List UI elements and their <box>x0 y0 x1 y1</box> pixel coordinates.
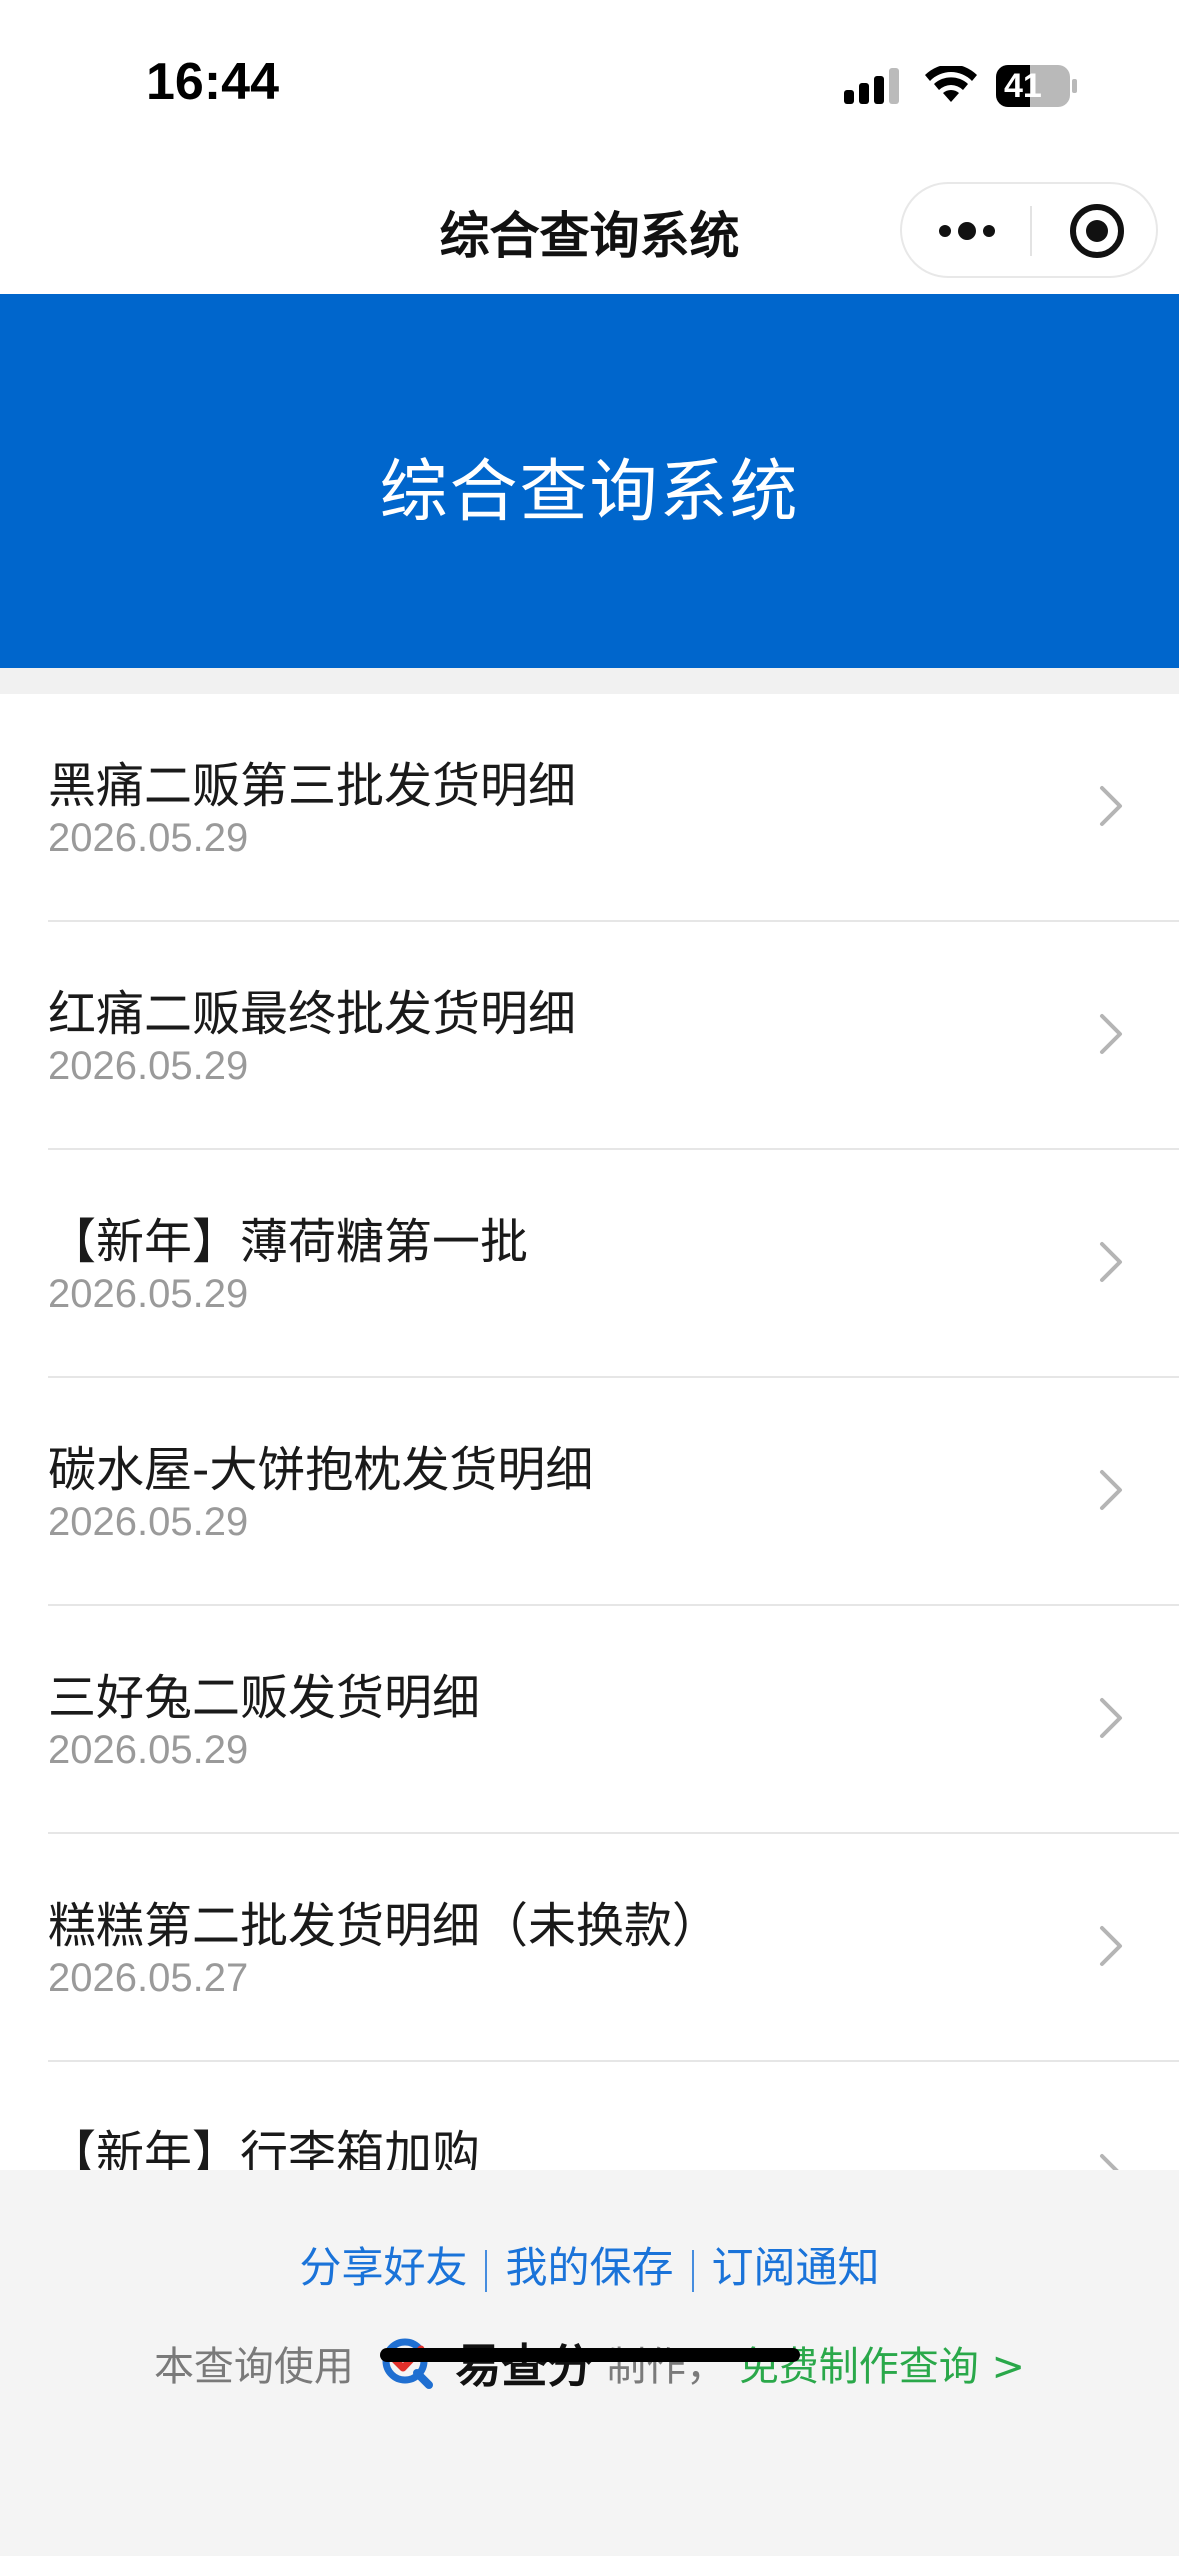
footer-links: 分享好友 我的保存 订阅通知 <box>0 2234 1179 2295</box>
footer-credit: 本查询使用 易查分 制作， 免费制作查询 > <box>0 2330 1179 2396</box>
list-item[interactable]: 糕糕第二批发货明细（未换款） 2026.05.27 <box>0 1834 1179 2062</box>
chevron-right-icon <box>1100 1014 1122 1054</box>
item-title: 【新年】行李箱加购 <box>48 2126 481 2170</box>
section-gap <box>0 668 1179 694</box>
my-saved-link[interactable]: 我的保存 <box>505 2243 673 2292</box>
chevron-right-icon <box>1100 2154 1119 2170</box>
share-friends-link[interactable]: 分享好友 <box>299 2243 467 2292</box>
item-title: 三好兔二贩发货明细 <box>48 1670 481 1726</box>
capsule-divider <box>1030 206 1032 256</box>
home-indicator[interactable] <box>380 2348 800 2362</box>
list-item[interactable]: 【新年】行李箱加购 <box>0 2062 1179 2170</box>
chevron-right-icon <box>1100 786 1122 826</box>
item-title: 糕糕第二批发货明细（未换款） <box>48 1898 721 1954</box>
close-target-icon[interactable] <box>1068 202 1126 260</box>
item-date: 2026.05.27 <box>48 1956 249 2000</box>
item-date: 2026.05.29 <box>48 1044 249 1088</box>
chevron-right-icon <box>1100 1926 1122 1966</box>
header-banner: 综合查询系统 <box>0 294 1179 668</box>
item-date: 2026.05.29 <box>48 1728 249 1772</box>
chevron-right-icon <box>1100 1242 1122 1282</box>
nav-bar: 综合查询系统 <box>0 170 1179 294</box>
subscribe-notice-link[interactable]: 订阅通知 <box>712 2243 880 2292</box>
credit-prefix: 本查询使用 <box>153 2344 354 2390</box>
list-item[interactable]: 三好兔二贩发货明细 2026.05.29 <box>0 1606 1179 1834</box>
list-item[interactable]: 黑痛二贩第三批发货明细 2026.05.29 <box>0 694 1179 922</box>
yichafen-logo-icon <box>382 2338 433 2389</box>
list-item[interactable]: 碳水屋-大饼抱枕发货明细 2026.05.29 <box>0 1378 1179 1606</box>
battery-level: 41 <box>1004 67 1042 105</box>
banner-title: 综合查询系统 <box>379 453 800 532</box>
item-title: 红痛二贩最终批发货明细 <box>48 986 577 1042</box>
list-item[interactable]: 红痛二贩最终批发货明细 2026.05.29 <box>0 922 1179 1150</box>
cellular-signal-icon <box>844 68 899 104</box>
list-item[interactable]: 【新年】薄荷糖第一批 2026.05.29 <box>0 1150 1179 1378</box>
status-bar: 16:44 41 <box>0 0 1179 170</box>
wifi-icon <box>925 66 977 102</box>
item-title: 碳水屋-大饼抱枕发货明细 <box>48 1442 594 1498</box>
more-icon[interactable] <box>938 214 996 248</box>
query-list: 黑痛二贩第三批发货明细 2026.05.29 红痛二贩最终批发货明细 2026.… <box>0 694 1179 2170</box>
item-date: 2026.05.29 <box>48 816 249 860</box>
chevron-right-icon <box>1100 1698 1122 1738</box>
footer: 分享好友 我的保存 订阅通知 本查询使用 易查分 制作， 免费制作查询 > <box>0 2170 1179 2556</box>
battery-icon: 41 <box>996 65 1078 107</box>
link-separator <box>485 2249 488 2292</box>
item-title: 【新年】薄荷糖第一批 <box>48 1214 529 1270</box>
item-date: 2026.05.29 <box>48 1272 249 1316</box>
mini-program-capsule <box>900 182 1158 278</box>
link-separator <box>691 2249 694 2292</box>
status-time: 16:44 <box>146 53 279 111</box>
item-date: 2026.05.29 <box>48 1500 249 1544</box>
chevron-right-icon <box>1100 1470 1122 1510</box>
item-title: 黑痛二贩第三批发货明细 <box>48 758 577 814</box>
